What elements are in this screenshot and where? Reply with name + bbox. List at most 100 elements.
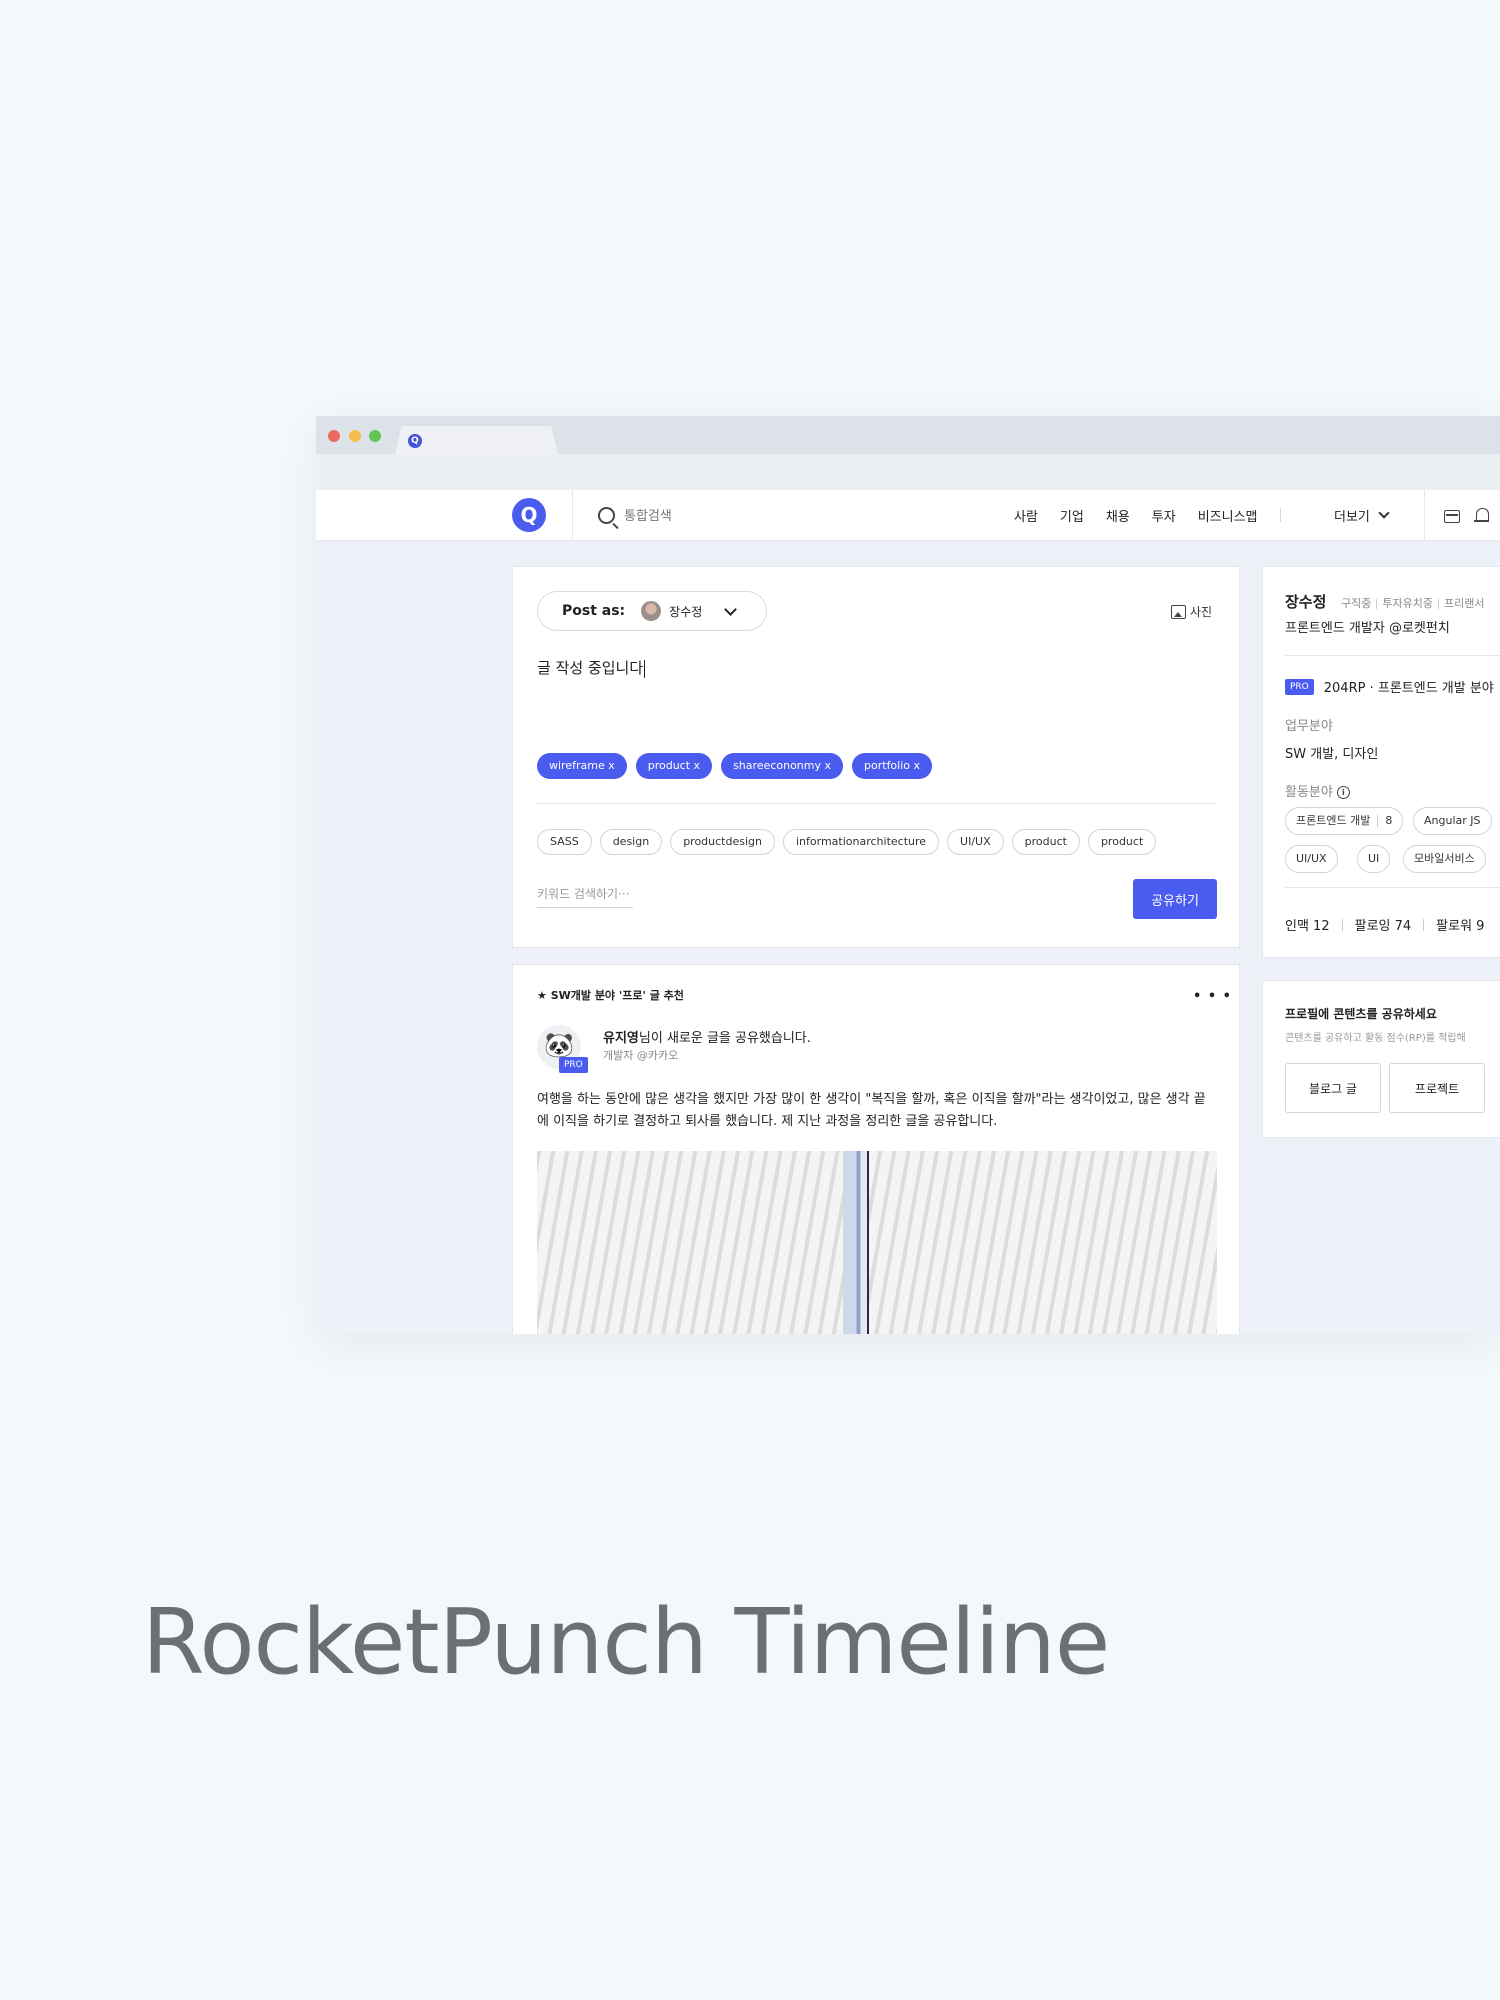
skill-chip[interactable]: 모바일서비스: [1403, 845, 1486, 873]
keyword-chip[interactable]: product: [1087, 829, 1157, 855]
profile-stats: 인맥 12 팔로잉 74 팔로워 9: [1285, 915, 1484, 934]
work-field-label: 업무분야: [1285, 719, 1333, 734]
keyword-chip[interactable]: product: [1011, 829, 1080, 855]
post-image[interactable]: [537, 1151, 1217, 1334]
profile-title: 프론트엔드 개발자 @로켓펀치: [1285, 621, 1450, 636]
author-name[interactable]: 유지영: [603, 1031, 639, 1046]
bell-icon[interactable]: [1474, 508, 1489, 522]
more-menu[interactable]: 더보기: [1334, 490, 1390, 540]
share-content-subtitle: 콘텐츠를 공유하고 활동 점수(RP)를 적립해: [1285, 1033, 1466, 1044]
inbox-icon[interactable]: [1444, 510, 1460, 523]
nav-item-investment[interactable]: 투자: [1152, 506, 1176, 525]
skill-name: UI/UX: [1296, 852, 1327, 865]
author-subtitle: 개발자 @카카오: [603, 1049, 679, 1062]
skill-name: 프론트엔드 개발: [1296, 814, 1371, 827]
skill-name: 모바일서비스: [1414, 852, 1475, 865]
site-header: Q 사람 기업 채용 투자 비즈니스맵 더보기: [316, 490, 1500, 541]
keyword-chip[interactable]: design: [599, 829, 663, 855]
skill-chip[interactable]: UI/UX: [1285, 845, 1338, 873]
activity-field-heading: 활동분야 i: [1285, 781, 1350, 800]
info-icon[interactable]: i: [1336, 786, 1350, 799]
activity-field-label: 활동분야: [1285, 785, 1333, 800]
close-window-dot[interactable]: [328, 430, 340, 442]
image-icon: [1171, 604, 1186, 619]
stat-separator: [1341, 919, 1343, 931]
blog-post-button[interactable]: 블로그 글: [1285, 1063, 1381, 1113]
post-text: 글 작성 중입니다: [537, 659, 644, 677]
nav-item-business-map[interactable]: 비즈니스맵: [1198, 506, 1258, 525]
following-stat[interactable]: 팔로잉 74: [1355, 915, 1412, 934]
page-caption: RocketPunch Timeline: [142, 1590, 1111, 1695]
project-button[interactable]: 프로젝트: [1389, 1063, 1485, 1113]
profile-card: 장수정 구직중 투자유치중 프리랜서 프론트엔드 개발자 @로켓펀치 PRO 204…: [1262, 566, 1500, 958]
more-label: 더보기: [1334, 509, 1370, 525]
text-caret: [644, 659, 646, 678]
keyword-chip[interactable]: informationarchitecture: [783, 829, 940, 855]
tag-separator: [1437, 599, 1439, 609]
status-tag: 프리랜서: [1443, 597, 1485, 610]
post-composer: Post as: 장수정 사진 글 작성 중입니다 wireframe x pr…: [512, 566, 1240, 948]
profile-rp: PRO 204RP · 프론트엔드 개발 분야: [1285, 677, 1494, 696]
post-text-area[interactable]: 글 작성 중입니다: [537, 657, 646, 678]
selected-tag[interactable]: shareecononmy x: [721, 753, 844, 779]
nav-item-jobs[interactable]: 채용: [1106, 506, 1130, 525]
nav-item-companies[interactable]: 기업: [1060, 506, 1084, 525]
photo-label: 사진: [1190, 605, 1213, 619]
pro-badge: PRO: [1285, 678, 1314, 695]
followers-stat[interactable]: 팔로워 9: [1436, 915, 1484, 934]
add-photo-button[interactable]: 사진: [1171, 603, 1212, 620]
skill-chip[interactable]: UI: [1357, 845, 1391, 873]
selected-tag[interactable]: product x: [635, 753, 713, 779]
avatar: [641, 601, 662, 621]
caption-rest: Timeline: [706, 1590, 1111, 1695]
selected-tag[interactable]: portfolio x: [852, 753, 933, 779]
status-tag: 투자유치중: [1382, 597, 1433, 610]
post-author-line: 유지영님이 새로운 글을 공유했습니다.: [603, 1027, 811, 1046]
chevron-down-icon: [1378, 507, 1390, 519]
profile-divider: [1285, 655, 1500, 656]
recommendation-label: ★ SW개발 분야 '프로' 글 추천: [537, 989, 684, 1002]
post-as-selector[interactable]: Post as: 장수정: [537, 591, 767, 631]
skill-separator: [1377, 815, 1379, 827]
skill-chip[interactable]: 프론트엔드 개발 8: [1285, 807, 1404, 835]
browser-chrome: Q: [316, 416, 1500, 490]
post-as-label: Post as:: [562, 603, 626, 619]
post-body: 여행을 하는 동안에 많은 생각을 했지만 가장 많이 한 생각이 "복직을 할…: [537, 1092, 1206, 1129]
search-input[interactable]: [622, 504, 826, 528]
connections-stat[interactable]: 인맥 12: [1285, 915, 1330, 934]
search-icon[interactable]: [598, 507, 615, 524]
tab-favicon-icon: Q: [408, 434, 422, 448]
main-nav: 사람 기업 채용 투자 비즈니스맵: [1014, 490, 1305, 540]
skill-chip[interactable]: Angular JS: [1413, 807, 1492, 835]
tag-separator: [1376, 599, 1378, 609]
stat-separator: [1423, 919, 1425, 931]
browser-window: Q Q 사람 기업 채용 투자 비즈니스맵 더보기 Post as: 장수정: [316, 416, 1500, 1334]
selected-tags: wireframe x product x shareecononmy x po…: [537, 753, 941, 779]
more-options-icon[interactable]: • • •: [1193, 990, 1232, 1003]
keyword-chip[interactable]: SASS: [537, 829, 592, 855]
feed-post-card: ★ SW개발 분야 '프로' 글 추천 • • • 🐼 PRO 유지영님이 새로…: [512, 964, 1240, 1334]
rocketpunch-logo[interactable]: Q: [512, 498, 546, 532]
header-divider: [572, 490, 573, 540]
post-as-name: 장수정: [669, 604, 703, 619]
maximize-window-dot[interactable]: [369, 430, 381, 442]
keyword-chip[interactable]: productdesign: [670, 829, 775, 855]
status-tag: 구직중: [1341, 597, 1372, 610]
keyword-suggestions: SASS design productdesign informationarc…: [537, 829, 1164, 855]
nav-separator: [1279, 508, 1281, 522]
share-button[interactable]: 공유하기: [1133, 879, 1217, 919]
share-content-title: 프로필에 콘텐츠를 공유하세요: [1285, 1007, 1437, 1021]
keyword-chip[interactable]: UI/UX: [947, 829, 1004, 855]
nav-item-people[interactable]: 사람: [1014, 506, 1038, 525]
composer-divider: [537, 803, 1217, 804]
chevron-down-icon: [724, 602, 738, 616]
profile-divider: [1285, 887, 1500, 888]
profile-name[interactable]: 장수정: [1285, 591, 1326, 612]
profile-status-tags: 구직중 투자유치중 프리랜서: [1341, 595, 1484, 611]
minimize-window-dot[interactable]: [349, 430, 361, 442]
author-action: 님이 새로운 글을 공유했습니다.: [638, 1031, 811, 1046]
rp-text: 204RP · 프론트엔드 개발 분야: [1323, 681, 1494, 696]
selected-tag[interactable]: wireframe x: [537, 753, 627, 779]
share-content-card: 프로필에 콘텐츠를 공유하세요 콘텐츠를 공유하고 활동 점수(RP)를 적립해…: [1262, 980, 1500, 1138]
keyword-search-input[interactable]: [537, 885, 633, 908]
